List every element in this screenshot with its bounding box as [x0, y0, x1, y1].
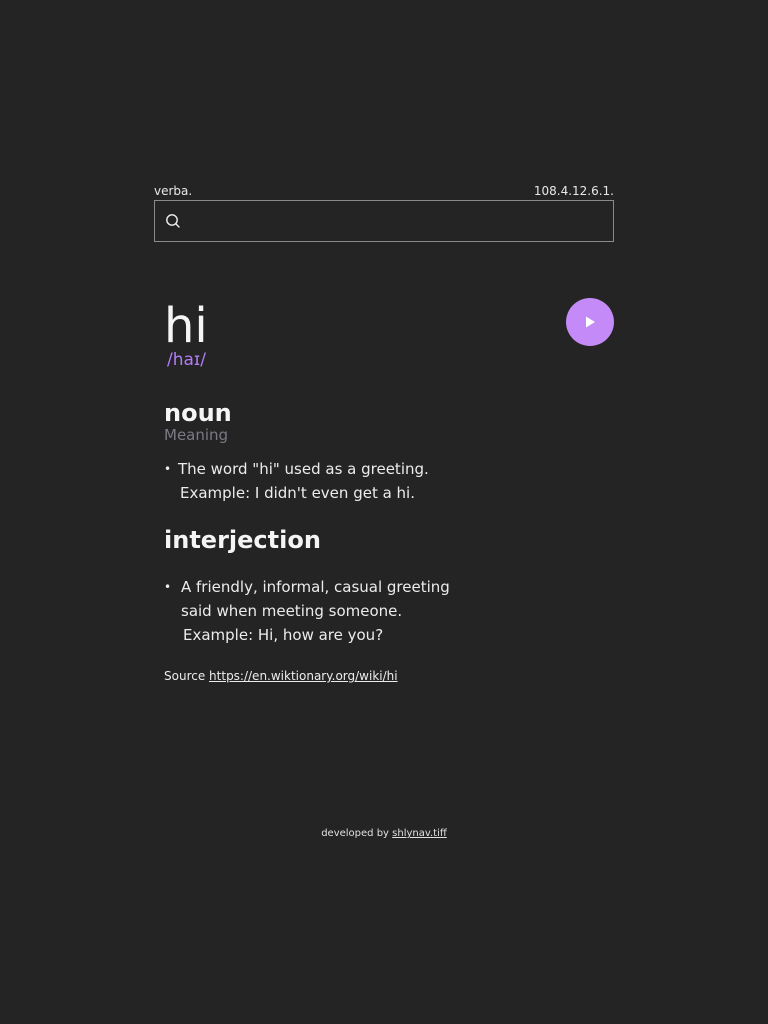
definition-item: • A friendly, informal, casual greeting …	[164, 575, 614, 647]
definition-text: The word "hi" used as a greeting.	[178, 460, 429, 478]
dictionary-app: verba. 108.4.12.6.1. hi /haɪ/ noun Meani…	[154, 183, 614, 684]
play-icon	[586, 316, 595, 328]
part-of-speech: noun	[164, 399, 232, 427]
definition-list: • The word "hi" used as a greeting. Exam…	[164, 457, 614, 505]
definition-example: Example: I didn't even get a hi.	[180, 484, 415, 502]
phonetic-text: /haɪ/	[167, 350, 206, 370]
app-brand: verba.	[154, 184, 193, 198]
bullet-icon: •	[164, 580, 172, 594]
search-input[interactable]	[181, 202, 613, 240]
meaning-label: Meaning	[164, 426, 229, 444]
definition-list: • A friendly, informal, casual greeting …	[164, 575, 614, 647]
definition-example: Example: Hi, how are you?	[183, 626, 384, 644]
search-box[interactable]	[154, 200, 614, 242]
source-line: Source https://en.wiktionary.org/wiki/hi	[154, 668, 614, 684]
word-title: hi	[164, 298, 208, 354]
meaning-noun: noun Meaning • The word "hi" used as a g…	[154, 399, 614, 505]
play-pronunciation-button[interactable]	[566, 298, 614, 346]
footer: developed by shlynav.tiff	[0, 827, 768, 841]
source-label: Source	[164, 669, 206, 683]
bullet-icon: •	[164, 462, 172, 476]
top-bar: verba. 108.4.12.6.1.	[154, 183, 614, 198]
part-of-speech: interjection	[164, 526, 321, 554]
meaning-interjection: interjection • A friendly, informal, cas…	[154, 526, 614, 647]
word-header: hi /haɪ/	[154, 298, 614, 370]
search-icon	[165, 213, 181, 229]
definition-item: • The word "hi" used as a greeting. Exam…	[164, 457, 614, 505]
footer-prefix: developed by	[321, 828, 389, 839]
source-link[interactable]: https://en.wiktionary.org/wiki/hi	[209, 669, 398, 683]
app-version: 108.4.12.6.1.	[533, 184, 614, 198]
author-link[interactable]: shlynav.tiff	[392, 828, 447, 839]
definition-text: A friendly, informal, casual greeting sa…	[181, 578, 450, 620]
